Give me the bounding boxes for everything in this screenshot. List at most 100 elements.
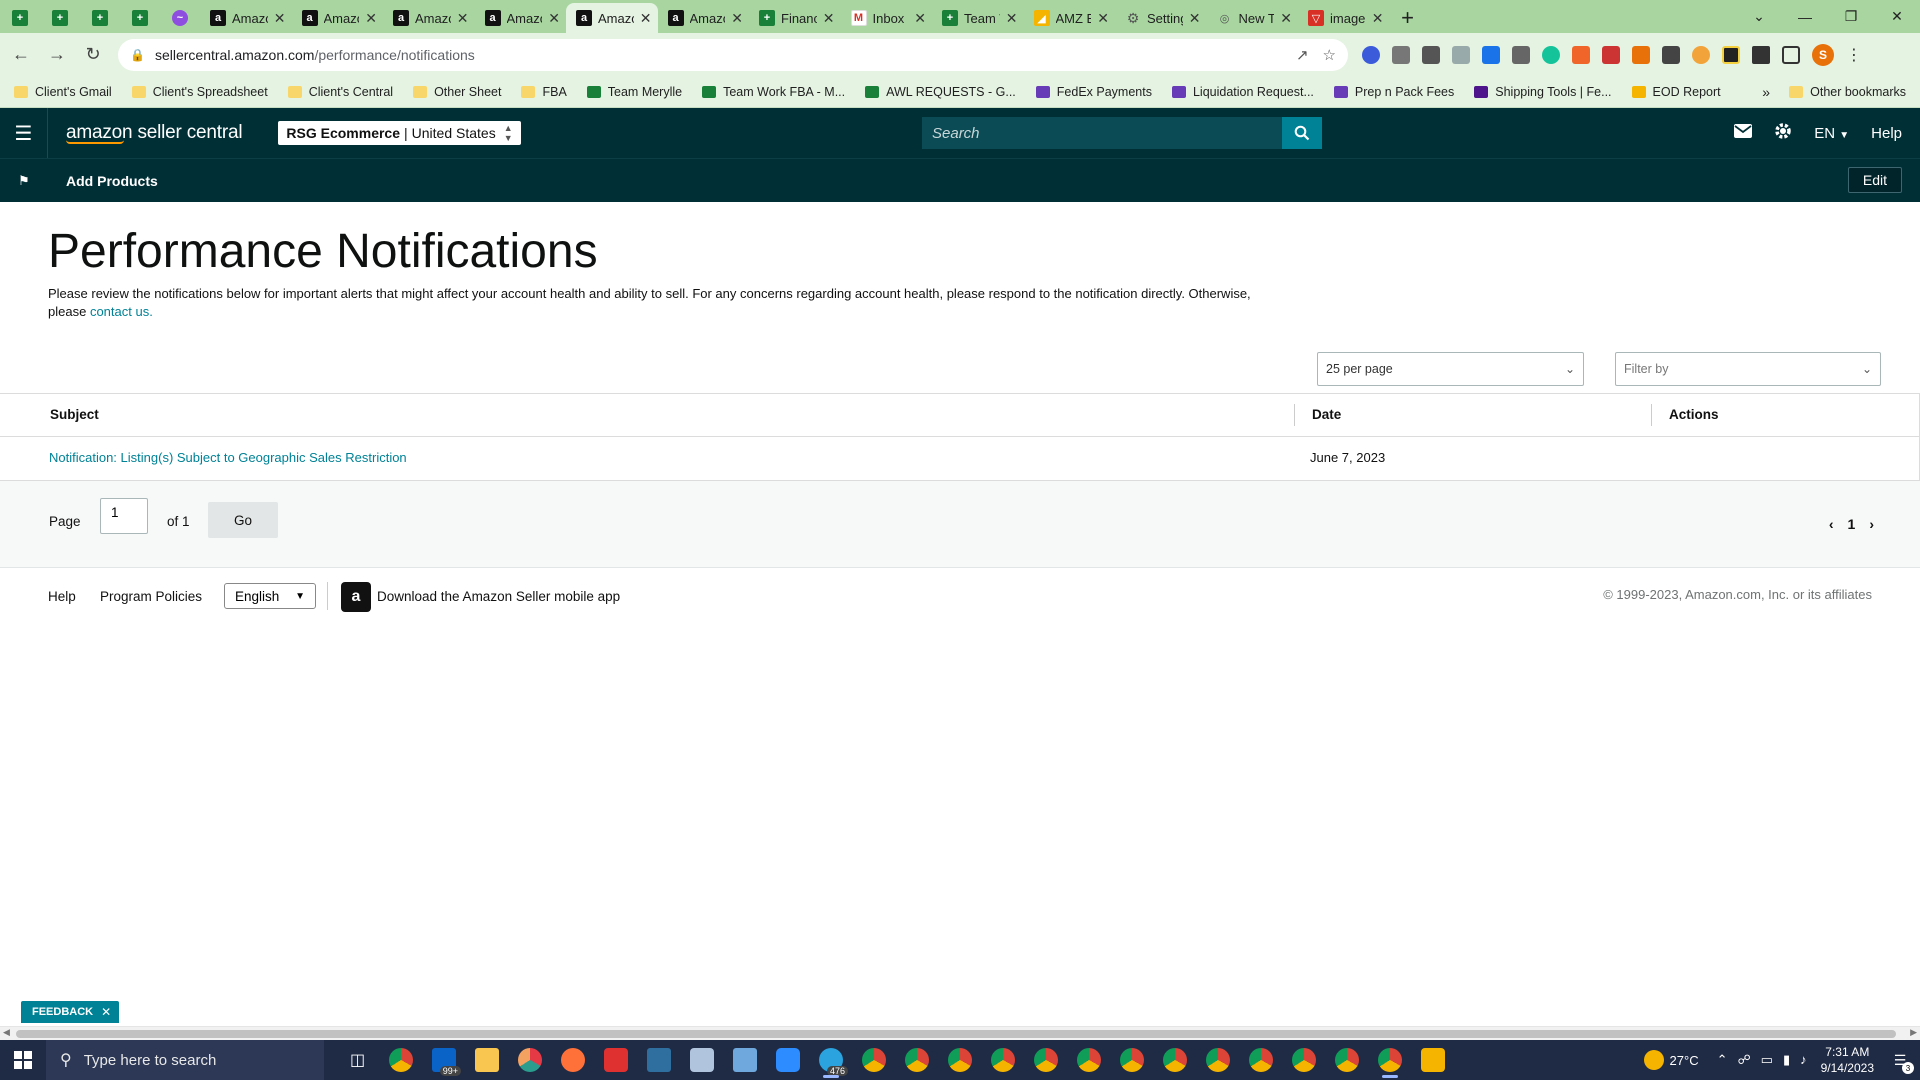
browser-tab[interactable]: ◢ AMZ EO ✕	[1024, 3, 1116, 33]
column-date[interactable]: Date	[1312, 407, 1341, 422]
bookmark-item[interactable]: FedEx Payments	[1035, 85, 1152, 99]
pinned-tab[interactable]: ~	[160, 3, 200, 33]
feedback-button[interactable]: FEEDBACK ✕	[21, 1001, 120, 1023]
close-tab-icon[interactable]: ✕	[274, 10, 286, 27]
new-tab-icon[interactable]: +	[1390, 3, 1426, 33]
close-tab-icon[interactable]: ✕	[1372, 10, 1384, 27]
bookmark-item[interactable]: FBA	[521, 85, 567, 99]
search-button[interactable]	[1282, 117, 1322, 149]
bookmark-icon[interactable]: ⚑	[0, 173, 48, 189]
chrome-icon[interactable]	[379, 1040, 422, 1080]
network-icon[interactable]: ☍	[1737, 1052, 1750, 1068]
chrome-profile-icon[interactable]	[1067, 1040, 1110, 1080]
menu-dots-icon[interactable]: ⋮	[1846, 45, 1862, 65]
snip-icon[interactable]	[680, 1040, 723, 1080]
bookmark-item[interactable]: Liquidation Request...	[1171, 85, 1314, 99]
close-tab-icon[interactable]: ✕	[914, 10, 926, 27]
puzzle-icon[interactable]	[1752, 45, 1770, 64]
share-icon[interactable]: ↗	[1296, 46, 1309, 64]
extension-icon[interactable]	[1662, 45, 1680, 64]
telegram-icon[interactable]: 476	[809, 1040, 852, 1080]
filter-select[interactable]: Filter by ⌄	[1615, 352, 1881, 386]
search-box[interactable]: Search	[922, 117, 1322, 149]
volume-icon[interactable]: ♪	[1800, 1052, 1807, 1068]
chrome-profile-icon[interactable]	[852, 1040, 895, 1080]
taskbar-search[interactable]: ⚲ Type here to search	[46, 1040, 324, 1080]
pinned-tab[interactable]: +	[0, 3, 40, 33]
close-tab-icon[interactable]: ✕	[548, 10, 560, 27]
close-tab-icon[interactable]: ✕	[640, 10, 652, 27]
notification-center-icon[interactable]: ☰ 3	[1886, 1046, 1914, 1074]
pinned-tab[interactable]: +	[40, 3, 80, 33]
profile-avatar[interactable]: S	[1812, 43, 1834, 66]
browser-tab[interactable]: M Inbox - r ✕	[841, 3, 933, 33]
language-selector[interactable]: EN ▼	[1814, 125, 1849, 142]
per-page-select[interactable]: 25 per page ⌄	[1317, 352, 1584, 386]
extension-icon[interactable]	[1482, 45, 1500, 64]
settings-gear-icon[interactable]	[1774, 122, 1792, 144]
horizontal-scrollbar[interactable]: ◀ ▶	[0, 1026, 1920, 1040]
browser-tab[interactable]: a Amazon ✕	[200, 3, 292, 33]
notepad-icon[interactable]	[723, 1040, 766, 1080]
program-policies-link[interactable]: Program Policies	[100, 589, 202, 604]
close-tab-icon[interactable]: ✕	[1006, 10, 1018, 27]
close-tab-icon[interactable]: ✕	[823, 10, 835, 27]
chevron-up-icon[interactable]: ⌃	[1717, 1052, 1728, 1068]
go-button[interactable]: Go	[208, 502, 278, 538]
star-icon[interactable]: ☆	[1323, 46, 1336, 64]
reload-icon[interactable]: ↻	[78, 40, 108, 70]
chrome-profile-icon[interactable]	[1024, 1040, 1067, 1080]
search-input[interactable]: Search	[922, 125, 1282, 142]
close-tab-icon[interactable]: ✕	[457, 10, 469, 27]
display-icon[interactable]: ▭	[1761, 1052, 1773, 1068]
bookmark-item[interactable]: AWL REQUESTS - G...	[865, 85, 1016, 99]
seller-central-logo[interactable]: amazon seller central	[66, 122, 243, 144]
current-page[interactable]: 1	[1848, 516, 1856, 532]
address-bar[interactable]: 🔒 sellercentral.amazon.com/performance/n…	[118, 38, 1348, 71]
chrome-profile-icon[interactable]	[938, 1040, 981, 1080]
close-tab-icon[interactable]: ✕	[1280, 10, 1292, 27]
download-app-link[interactable]: Download the Amazon Seller mobile app	[377, 589, 620, 604]
scroll-left-icon[interactable]: ◀	[3, 1027, 10, 1038]
bookmark-item[interactable]: Client's Gmail	[14, 85, 112, 99]
mail-icon[interactable]	[1734, 124, 1753, 142]
chrome-profile-icon[interactable]	[1368, 1040, 1411, 1080]
maximize-icon[interactable]: ❐	[1828, 0, 1874, 33]
extension-icon[interactable]	[1392, 45, 1410, 64]
firefox-icon[interactable]	[551, 1040, 594, 1080]
extension-icon[interactable]	[1362, 45, 1380, 64]
color-app-icon[interactable]	[508, 1040, 551, 1080]
close-tab-icon[interactable]: ✕	[1097, 10, 1109, 27]
amazon-app-icon[interactable]: a	[341, 582, 371, 612]
close-tab-icon[interactable]: ✕	[365, 10, 377, 27]
bookmark-item[interactable]: Other Sheet	[413, 85, 501, 99]
browser-tab[interactable]: a Amazon ✕	[658, 3, 750, 33]
footer-language-select[interactable]: English ▼	[224, 583, 316, 609]
back-icon[interactable]: ←	[6, 40, 36, 70]
chrome-profile-icon[interactable]	[895, 1040, 938, 1080]
chrome-profile-icon[interactable]	[1196, 1040, 1239, 1080]
extension-icon[interactable]	[1572, 45, 1590, 64]
bookmark-item[interactable]: Shipping Tools | Fe...	[1474, 85, 1612, 99]
bookmark-item[interactable]: Team Work FBA - M...	[702, 85, 845, 99]
extension-icon[interactable]	[1422, 45, 1440, 64]
extension-icon[interactable]	[1602, 45, 1620, 64]
bookmark-item[interactable]: Client's Spreadsheet	[131, 85, 268, 99]
chrome-profile-icon[interactable]	[1325, 1040, 1368, 1080]
close-tab-icon[interactable]: ✕	[1189, 10, 1201, 27]
calculator-icon[interactable]	[637, 1040, 680, 1080]
extension-icon[interactable]	[1632, 45, 1650, 64]
browser-tab[interactable]: ⚙ Settings ✕	[1115, 3, 1207, 33]
bookmarks-overflow-icon[interactable]: »	[1762, 84, 1770, 100]
help-link[interactable]: Help	[1871, 125, 1902, 142]
browser-tab[interactable]: + Team Wo ✕	[932, 3, 1024, 33]
forward-icon[interactable]: →	[42, 40, 72, 70]
rapid-app-icon[interactable]	[1411, 1040, 1454, 1080]
extension-icon[interactable]	[1512, 45, 1530, 64]
battery-icon[interactable]: ▮	[1783, 1052, 1790, 1068]
weather-widget[interactable]: 27°C	[1643, 1050, 1699, 1070]
task-view-icon[interactable]: ◫	[336, 1040, 379, 1080]
tab-search-icon[interactable]: ⌄	[1736, 0, 1782, 33]
mail-app-icon[interactable]: 99+	[422, 1040, 465, 1080]
bookmark-item[interactable]: Prep n Pack Fees	[1333, 85, 1454, 99]
